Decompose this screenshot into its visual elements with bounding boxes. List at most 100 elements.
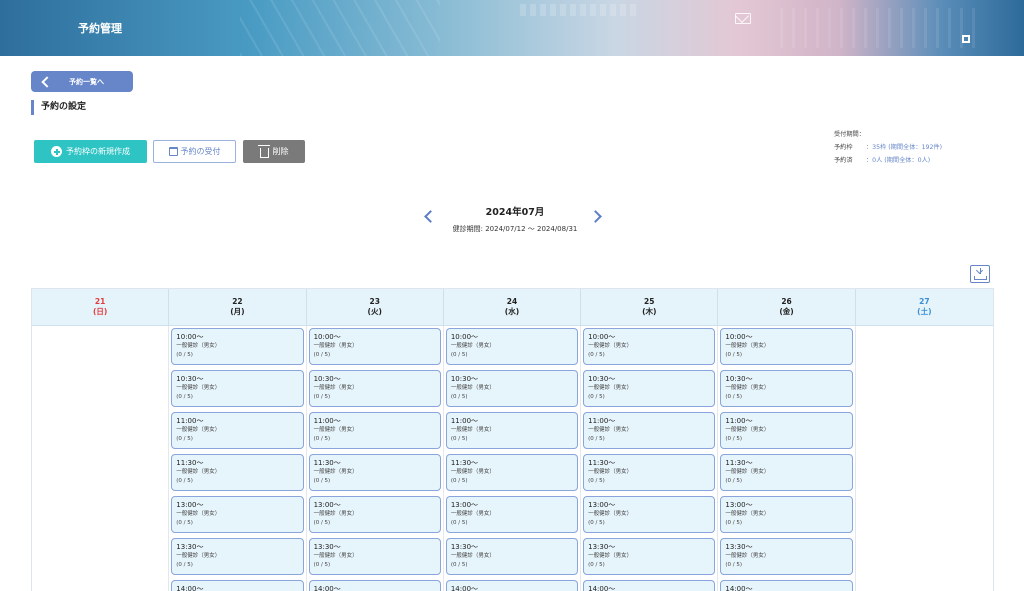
slot-type: 一般健診（男女） — [588, 553, 633, 559]
slot-time: 11:00～ — [313, 417, 341, 425]
slot-capacity: (0 / 5) — [725, 352, 743, 358]
month-navigation: 2024年07月 健診期間: 2024/07/12 ～ 2024/08/31 — [420, 200, 610, 234]
slot-capacity: (0 / 5) — [725, 520, 743, 526]
create-slot-label: 予約枠の新規作成 — [66, 147, 130, 156]
slot-capacity: (0 / 5) — [313, 352, 331, 358]
slot-time: 11:30～ — [450, 459, 479, 467]
reservation-slot[interactable]: 13:30～ 一般健診（男女） (0 / 5) — [445, 538, 579, 575]
reservation-slot[interactable]: 10:00～ 一般健診（男女） (0 / 5) — [445, 328, 579, 365]
receive-reservation-label: 予約の受付 — [180, 147, 221, 156]
day-header: 24 (水) — [444, 289, 582, 325]
reservation-slot[interactable]: 13:30～ 一般健診（男女） (0 / 5) — [720, 538, 853, 575]
header-decoration — [240, 0, 440, 56]
slot-time: 13:30～ — [588, 543, 616, 551]
create-slot-button[interactable]: 予約枠の新規作成 — [34, 140, 147, 163]
reservation-slot[interactable]: 10:30～ 一般健診（男女） (0 / 5) — [583, 370, 716, 407]
plus-circle-icon — [51, 146, 62, 157]
reservation-slot[interactable]: 10:30～ 一般健診（男女） (0 / 5) — [720, 370, 853, 407]
slot-type: 一般健診（男女） — [313, 511, 358, 517]
slot-capacity: (0 / 5) — [725, 436, 743, 442]
reservation-slot[interactable]: 13:00～ 一般健診（男女） (0 / 5) — [583, 496, 716, 533]
day-of-week: (木) — [642, 307, 657, 316]
slot-time: 14:00～ — [313, 585, 341, 591]
app-title: 予約管理 — [78, 22, 122, 35]
reservation-slot[interactable]: 14:00～一般健診（男女）(0 / 5) — [720, 580, 853, 591]
reservation-slot[interactable]: 10:30～ 一般健診（男女） (0 / 5) — [308, 370, 441, 407]
reservation-slot[interactable]: 11:30～ 一般健診（男女） (0 / 5) — [720, 454, 853, 491]
day-column: 10:00～ 一般健診（男女） (0 / 5) 10:30～ 一般健診（男女） (0 / … — [307, 326, 444, 591]
reservation-slot[interactable]: 13:30～ 一般健診（男女） (0 / 5) — [583, 538, 716, 575]
trash-icon — [257, 144, 270, 158]
slot-capacity: (0 / 5) — [588, 352, 605, 358]
reservation-slot[interactable]: 11:30～ 一般健診（男女） (0 / 5) — [308, 454, 441, 491]
slot-time: 13:00～ — [725, 501, 753, 509]
header-decoration — [780, 8, 980, 48]
slot-capacity: (0 / 5) — [450, 562, 468, 568]
slot-capacity: (0 / 5) — [450, 436, 468, 442]
slot-capacity: (0 / 5) — [313, 478, 331, 484]
reservation-slot[interactable]: 14:00～一般健診（男女）(0 / 5) — [583, 580, 716, 591]
reservation-slot[interactable]: 11:30～ 一般健診（男女） (0 / 5) — [583, 454, 716, 491]
slot-type: 一般健診（男女） — [450, 385, 495, 391]
reservation-slot[interactable]: 11:00～ 一般健診（男女） (0 / 5) — [171, 412, 304, 449]
slot-capacity: (0 / 5) — [588, 394, 605, 400]
slots-value: ：35枠 (期間全体：192件) — [866, 144, 942, 151]
slot-capacity: (0 / 5) — [450, 394, 468, 400]
reservation-slot[interactable]: 11:30～ 一般健診（男女） (0 / 5) — [445, 454, 579, 491]
day-column: 10:00～ 一般健診（男女） (0 / 5) 10:30～ 一般健診（男女） (0 / … — [718, 326, 856, 591]
slot-type: 一般健診（男女） — [725, 385, 770, 391]
reservation-slot[interactable]: 14:00～一般健診（男女）(0 / 5) — [171, 580, 304, 591]
reservation-slot[interactable]: 13:00～ 一般健診（男女） (0 / 5) — [171, 496, 304, 533]
download-button[interactable] — [970, 265, 990, 283]
reservation-slot[interactable]: 11:00～ 一般健診（男女） (0 / 5) — [720, 412, 853, 449]
reservation-slot[interactable]: 13:30～ 一般健診（男女） (0 / 5) — [171, 538, 304, 575]
slot-type: 一般健診（男女） — [313, 469, 358, 475]
reservation-slot[interactable]: 11:00～ 一般健診（男女） (0 / 5) — [308, 412, 441, 449]
slot-time: 11:30～ — [176, 459, 204, 467]
reservation-slot[interactable]: 13:00～ 一般健診（男女） (0 / 5) — [445, 496, 579, 533]
day-date: 26 — [781, 297, 792, 306]
slot-capacity: (0 / 5) — [313, 520, 331, 526]
delete-button[interactable]: 削除 — [243, 140, 305, 163]
slot-type: 一般健診（男女） — [588, 511, 633, 517]
reservation-slot[interactable]: 11:00～ 一般健診（男女） (0 / 5) — [445, 412, 579, 449]
slot-type: 一般健診（男女） — [313, 427, 358, 433]
slot-capacity: (0 / 5) — [176, 352, 193, 358]
reservation-slot[interactable]: 11:00～ 一般健診（男女） (0 / 5) — [583, 412, 716, 449]
reservation-slot[interactable]: 11:30～ 一般健診（男女） (0 / 5) — [171, 454, 304, 491]
slot-capacity: (0 / 5) — [588, 562, 605, 568]
reservation-slot[interactable]: 10:00～ 一般健診（男女） (0 / 5) — [308, 328, 441, 365]
period-label: 受付期間： — [834, 131, 865, 138]
slot-type: 一般健診（男女） — [588, 385, 633, 391]
reservation-slot[interactable]: 10:30～ 一般健診（男女） (0 / 5) — [171, 370, 304, 407]
booked-key: 予約済 — [834, 157, 853, 164]
slot-time: 13:30～ — [725, 543, 753, 551]
reservation-slot[interactable]: 10:00～ 一般健診（男女） (0 / 5) — [171, 328, 304, 365]
slot-capacity: (0 / 5) — [588, 520, 605, 526]
slot-time: 11:00～ — [588, 417, 616, 425]
slot-time: 10:30～ — [725, 375, 753, 383]
slot-capacity: (0 / 5) — [313, 436, 331, 442]
day-header: 21 (日) — [32, 289, 170, 325]
day-date: 24 — [506, 297, 518, 306]
slot-type: 一般健診（男女） — [450, 553, 495, 559]
receive-reservation-button[interactable]: 予約の受付 — [153, 140, 236, 163]
reservation-slot[interactable]: 10:00～ 一般健診（男女） (0 / 5) — [720, 328, 853, 365]
slot-type: 一般健診（男女） — [176, 469, 221, 475]
reservation-slot[interactable]: 14:00～一般健診（男女）(0 / 5) — [445, 580, 579, 591]
back-to-list-button[interactable]: 予約一覧へ — [31, 71, 133, 92]
slot-time: 14:00～ — [725, 585, 753, 591]
day-header: 25 (木) — [581, 289, 719, 325]
reservation-slot[interactable]: 10:00～ 一般健診（男女） (0 / 5) — [583, 328, 716, 365]
reservation-slot[interactable]: 14:00～一般健診（男女）(0 / 5) — [308, 580, 441, 591]
slot-type: 一般健診（男女） — [176, 343, 221, 349]
checkup-period: 健診期間: 2024/07/12 ～ 2024/08/31 — [452, 225, 578, 233]
app-header: 予約管理 — [0, 0, 1024, 56]
reservation-slot[interactable]: 13:30～ 一般健診（男女） (0 / 5) — [308, 538, 441, 575]
calendar-body: 10:00～ 一般健診（男女） (0 / 5) 10:30～ 一般健診（男女） (0 / … — [32, 326, 993, 591]
reservation-slot[interactable]: 13:00～ 一般健診（男女） (0 / 5) — [720, 496, 853, 533]
slot-type: 一般健診（男女） — [588, 469, 633, 475]
reservation-slot[interactable]: 13:00～ 一般健診（男女） (0 / 5) — [308, 496, 441, 533]
slot-capacity: (0 / 5) — [313, 394, 331, 400]
reservation-slot[interactable]: 10:30～ 一般健診（男女） (0 / 5) — [445, 370, 579, 407]
